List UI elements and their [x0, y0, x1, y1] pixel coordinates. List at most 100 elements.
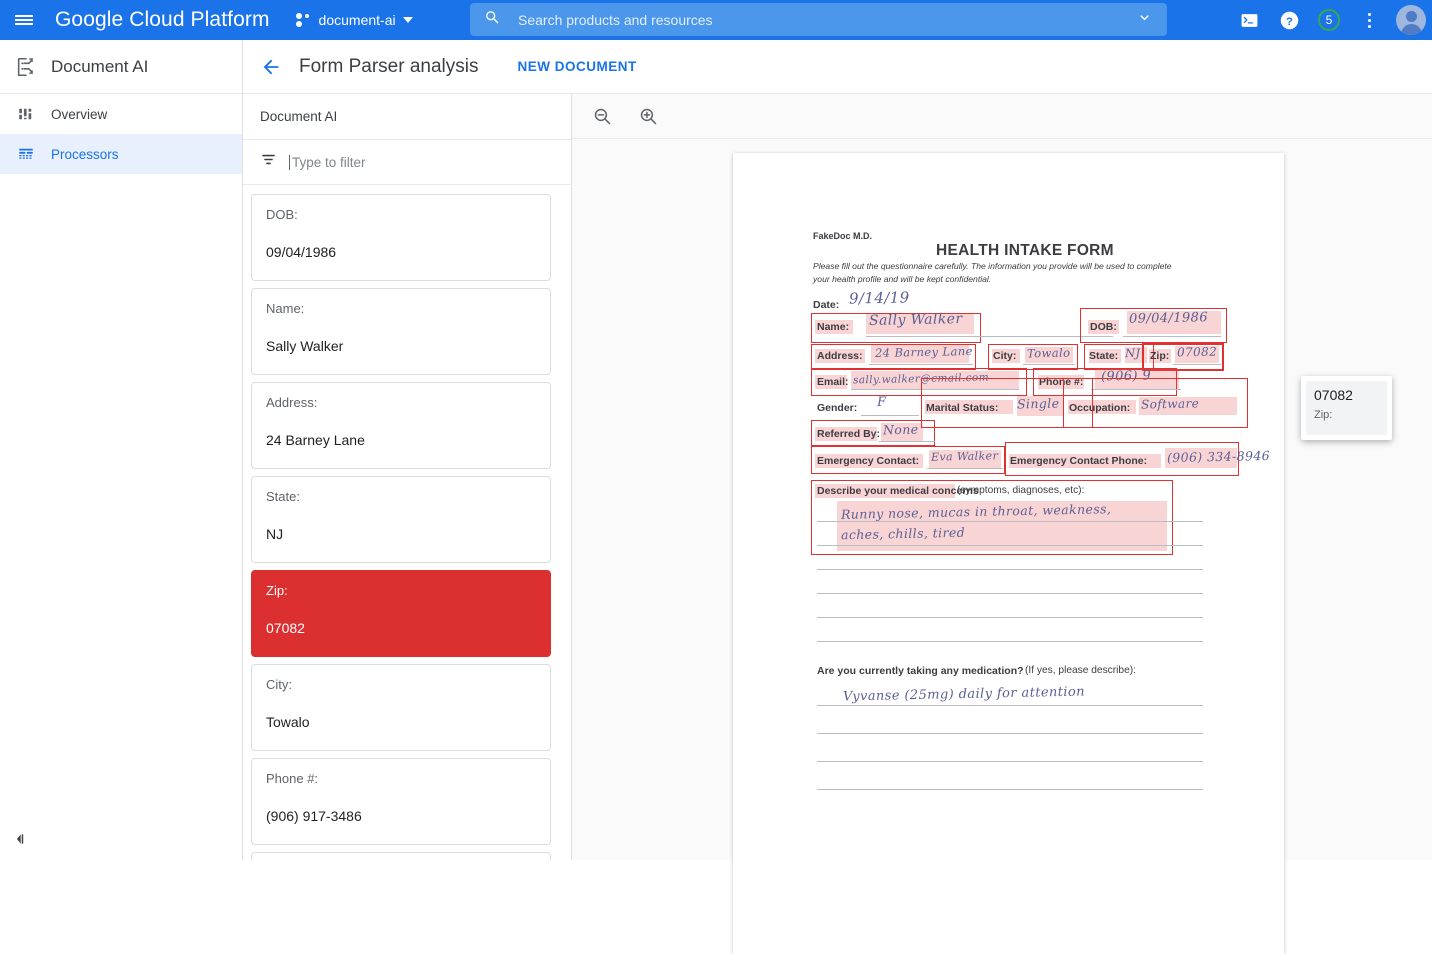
sidebar-item-processors[interactable]: Processors [0, 134, 242, 174]
field-key: City: [266, 676, 536, 694]
top-app-bar: Google Cloud Platform document-ai Search… [0, 0, 1432, 40]
doc-label-name: Name: [817, 321, 849, 333]
cloud-shell-terminal-icon[interactable] [1232, 3, 1266, 37]
filter-input[interactable] [289, 155, 519, 170]
more-vert-icon[interactable] [1352, 3, 1386, 37]
sidebar-item-label: Overview [51, 107, 107, 122]
field-card-list: DOB: 09/04/1986 Name: Sally Walker Addre… [243, 185, 571, 860]
breadcrumb[interactable]: Document AI [243, 94, 571, 140]
field-value: NJ [266, 525, 536, 543]
field-value: 24 Barney Lane [266, 431, 536, 449]
doc-label-concerns: Describe your medical concerns [817, 485, 979, 497]
notification-badge[interactable]: 5 [1312, 3, 1346, 37]
field-tooltip: 07082 Zip: [1301, 376, 1392, 440]
doc-hw-concerns-line2: aches, chills, tired [841, 525, 965, 543]
field-value: Towalo [266, 713, 536, 731]
doc-label-email: Email: [817, 376, 849, 388]
doc-label-occupation: Occupation: [1069, 402, 1130, 414]
top-bar-actions: ? 5 [1232, 0, 1426, 40]
filter-row[interactable] [243, 140, 571, 185]
field-card[interactable]: Address: 24 Barney Lane [251, 382, 551, 469]
project-name: document-ai [319, 12, 396, 28]
search-bar[interactable]: Search products and resources [470, 3, 1167, 36]
field-key: Zip: [266, 582, 536, 600]
doc-label-city: City: [993, 350, 1016, 362]
new-document-button[interactable]: NEW DOCUMENT [518, 59, 637, 74]
filter-list-icon [259, 150, 278, 174]
doc-hw-referred: None [883, 422, 919, 438]
project-dots-icon [296, 13, 312, 27]
field-value: 07082 [266, 619, 536, 637]
left-navigation: Document AI Overview Processors [0, 40, 243, 860]
doc-label-dob: DOB: [1090, 321, 1117, 333]
doc-hw-occupation: Software [1141, 396, 1199, 411]
field-value: 09/04/1986 [266, 243, 536, 261]
search-icon [484, 9, 501, 31]
doc-hw-date: 9/14/19 [849, 288, 910, 307]
dashboard-icon [8, 105, 44, 123]
field-card[interactable]: Name: Sally Walker [251, 288, 551, 375]
field-card[interactable]: State: NJ [251, 476, 551, 563]
field-card-selected[interactable]: Zip: 07082 [251, 570, 551, 657]
entities-panel: Document AI DOB: 09/04/1986 Name: Sally … [243, 94, 572, 860]
doc-label-referred: Referred By: [817, 428, 880, 440]
field-card[interactable]: DOB: 09/04/1986 [251, 194, 551, 281]
search-chevron-down-icon[interactable] [1136, 9, 1153, 31]
doc-instructions-line1: Please fill out the questionnaire carefu… [813, 261, 1172, 271]
search-placeholder: Search products and resources [518, 12, 1136, 28]
doc-hw-gender: F [877, 395, 887, 410]
doc-hw-state: NJ [1125, 346, 1141, 360]
doc-label-zip: Zip: [1150, 350, 1169, 362]
back-arrow-icon[interactable] [243, 56, 299, 78]
field-card[interactable]: City: Towalo [251, 664, 551, 751]
doc-hw-city: Towalo [1027, 346, 1071, 361]
page-title: Document AI [51, 57, 148, 77]
svg-text:?: ? [1286, 15, 1293, 27]
avatar[interactable] [1396, 5, 1426, 35]
field-value: Sally Walker [266, 337, 536, 355]
field-key: Address: [266, 394, 536, 412]
zoom-in-icon[interactable] [634, 102, 662, 130]
document-viewer: FakeDoc M.D. HEALTH INTAKE FORM Please f… [572, 94, 1432, 860]
doc-label-medication: Are you currently taking any medication? [817, 665, 1024, 677]
doc-label-address: Address: [817, 350, 863, 362]
tooltip-key: Zip: [1314, 409, 1379, 421]
field-key: Phone #: [266, 770, 536, 788]
field-key: DOB: [266, 206, 536, 224]
hamburger-icon[interactable] [0, 0, 48, 40]
collapse-panel-icon[interactable] [10, 828, 36, 850]
tooltip-value: 07082 [1314, 387, 1379, 403]
content-header: Form Parser analysis NEW DOCUMENT [243, 40, 1432, 94]
product-header: Document AI [0, 40, 242, 94]
doc-hw-dob: 09/04/1986 [1129, 310, 1208, 327]
gcp-brand-title[interactable]: Google Cloud Platform [55, 8, 270, 32]
doc-label-concerns-rest: (symptoms, diagnoses, etc): [957, 485, 1084, 496]
sidebar-item-label: Processors [51, 147, 119, 162]
doc-hw-medication: Vyvanse (25mg) daily for attention [843, 684, 1085, 704]
doc-label-state: State: [1089, 350, 1118, 362]
help-question-icon[interactable]: ? [1272, 3, 1306, 37]
field-card[interactable] [251, 852, 551, 860]
document-page[interactable]: FakeDoc M.D. HEALTH INTAKE FORM Please f… [733, 153, 1284, 954]
field-value: (906) 917-3486 [266, 807, 536, 825]
doc-label-emergency-phone: Emergency Contact Phone: [1010, 455, 1147, 467]
doc-hw-address: 24 Barney Lane [875, 344, 973, 360]
doc-hw-emergency-phone: (906) 334-8946 [1167, 448, 1270, 465]
field-key: State: [266, 488, 536, 506]
document-ai-icon [8, 56, 44, 78]
field-key: Name: [266, 300, 536, 318]
processors-list-icon [8, 145, 44, 163]
zoom-out-icon[interactable] [588, 102, 616, 130]
doc-title: HEALTH INTAKE FORM [936, 242, 1114, 260]
project-selector[interactable]: document-ai [296, 12, 413, 28]
doc-hw-marital: Single [1017, 396, 1060, 412]
field-card[interactable]: Phone #: (906) 917-3486 [251, 758, 551, 845]
analysis-title: Form Parser analysis [299, 56, 479, 78]
doc-label-gender: Gender: [817, 402, 857, 414]
doc-hw-zip: 07082 [1177, 345, 1217, 360]
doc-label-date: Date: [813, 299, 839, 311]
doc-label-emergency-contact: Emergency Contact: [817, 455, 919, 467]
doc-hw-name: Sally Walker [869, 311, 963, 329]
sidebar-item-overview[interactable]: Overview [0, 94, 242, 134]
viewer-toolbar [572, 94, 1432, 139]
